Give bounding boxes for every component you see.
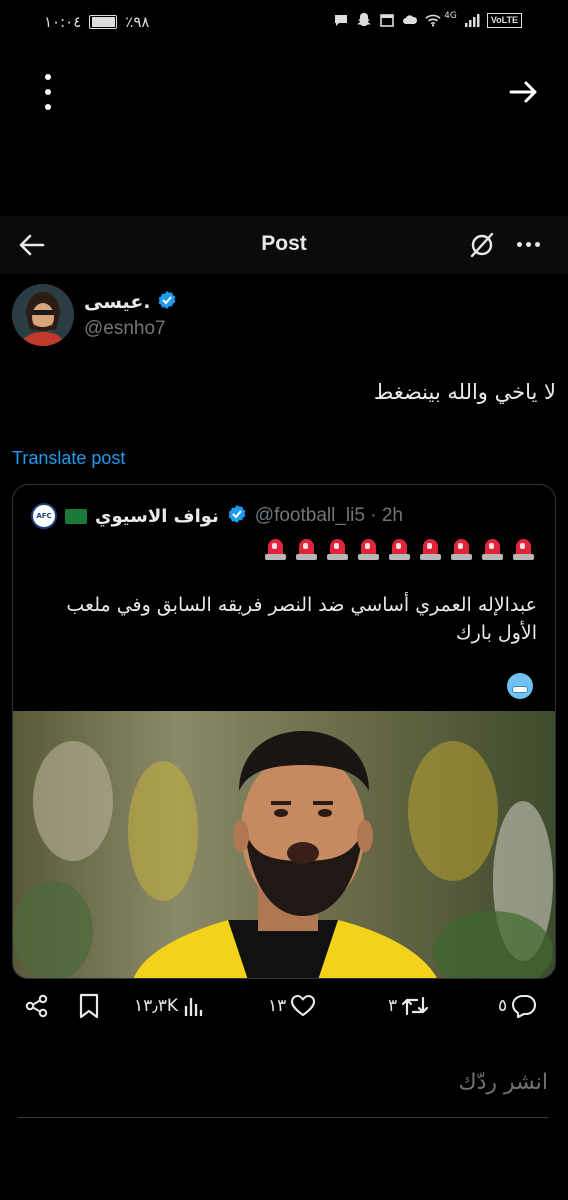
cold-face-emoji-icon [507, 673, 533, 699]
translate-post-link[interactable]: Translate post [12, 448, 125, 469]
author-display-name: عيسى. [84, 291, 151, 313]
repost-icon [402, 996, 429, 1016]
reply-count: ٥ [498, 996, 508, 1016]
browser-top-bar [0, 60, 568, 124]
quoted-post[interactable]: AFC نواف الاسيوي @football_li5 · 2h عبدا… [12, 484, 556, 979]
views-chart-icon [184, 998, 203, 1016]
hide-icon[interactable] [468, 231, 496, 263]
action-bar: ١٣٫٣K ١٣ ٣ ٥ [0, 990, 568, 1026]
like-button[interactable]: ١٣ [268, 990, 316, 1022]
share-button[interactable] [24, 990, 50, 1022]
app-header: Post [0, 216, 568, 274]
siren-emoji-icon [481, 537, 504, 561]
wifi-icon [425, 12, 441, 28]
siren-emoji-icon [419, 537, 442, 561]
quote-photo[interactable] [13, 711, 555, 978]
battery-icon [89, 15, 118, 29]
bookmark-icon [79, 993, 99, 1019]
status-bar: ١٠:٠٤ ٪٩٨ 4G VoLTE [0, 0, 568, 46]
siren-emoji-icon [450, 537, 473, 561]
chat-bubble-icon [333, 12, 349, 28]
reply-placeholder: انشر ردّك [458, 1070, 548, 1095]
status-left: ١٠:٠٤ ٪٩٨ [44, 13, 149, 31]
siren-emoji-icon [326, 537, 349, 561]
repost-count: ٣ [388, 996, 398, 1016]
views-count: ١٣٫٣K [134, 996, 179, 1016]
quote-header: AFC نواف الاسيوي @football_li5 · 2h [31, 503, 403, 529]
siren-emoji-row [264, 537, 535, 561]
like-count: ١٣ [268, 996, 287, 1016]
menu-button[interactable] [38, 74, 58, 110]
heart-icon [291, 994, 316, 1017]
repost-button[interactable]: ٣ [388, 990, 429, 1022]
quote-text: عبدالإله العمري أساسي ضد النصر فريقه الس… [66, 594, 537, 644]
forward-arrow-icon[interactable] [508, 76, 540, 112]
views-button[interactable]: ١٣٫٣K [134, 990, 206, 1022]
volte-badge: VoLTE [486, 12, 522, 28]
calendar-icon [379, 12, 395, 28]
reply-button[interactable]: ٥ [498, 990, 537, 1022]
post-text: لا ياخي والله بينضغط [373, 380, 556, 404]
quote-avatar: AFC [31, 503, 57, 529]
share-icon [25, 994, 48, 1018]
more-options-button[interactable] [517, 242, 540, 247]
siren-emoji-icon [295, 537, 318, 561]
verified-badge-icon [157, 290, 177, 314]
verified-badge-icon [227, 504, 247, 528]
saudi-flag-icon [65, 508, 87, 524]
network-label: 4G [444, 11, 457, 21]
reply-bubble-icon [512, 994, 537, 1018]
avatar[interactable] [12, 284, 74, 346]
battery-percent: ٪٩٨ [125, 13, 150, 31]
signal-icon [464, 12, 480, 28]
clock: ١٠:٠٤ [44, 13, 82, 31]
siren-emoji-icon [357, 537, 380, 561]
quote-handle-time: @football_li5 · 2h [254, 505, 403, 526]
author-name[interactable]: عيسى. [84, 290, 177, 314]
siren-emoji-icon [512, 537, 535, 561]
cloud-icon [402, 12, 418, 28]
siren-emoji-icon [388, 537, 411, 561]
author-handle[interactable]: @esnho7 [84, 318, 166, 340]
snapchat-icon [356, 12, 372, 28]
status-right: 4G VoLTE [333, 11, 522, 28]
battery-fill [91, 17, 116, 27]
reply-input[interactable]: انشر ردّك [18, 1062, 548, 1118]
quote-author-name: نواف الاسيوي [95, 505, 219, 527]
bookmark-button[interactable] [78, 990, 100, 1022]
siren-emoji-icon [264, 537, 287, 561]
